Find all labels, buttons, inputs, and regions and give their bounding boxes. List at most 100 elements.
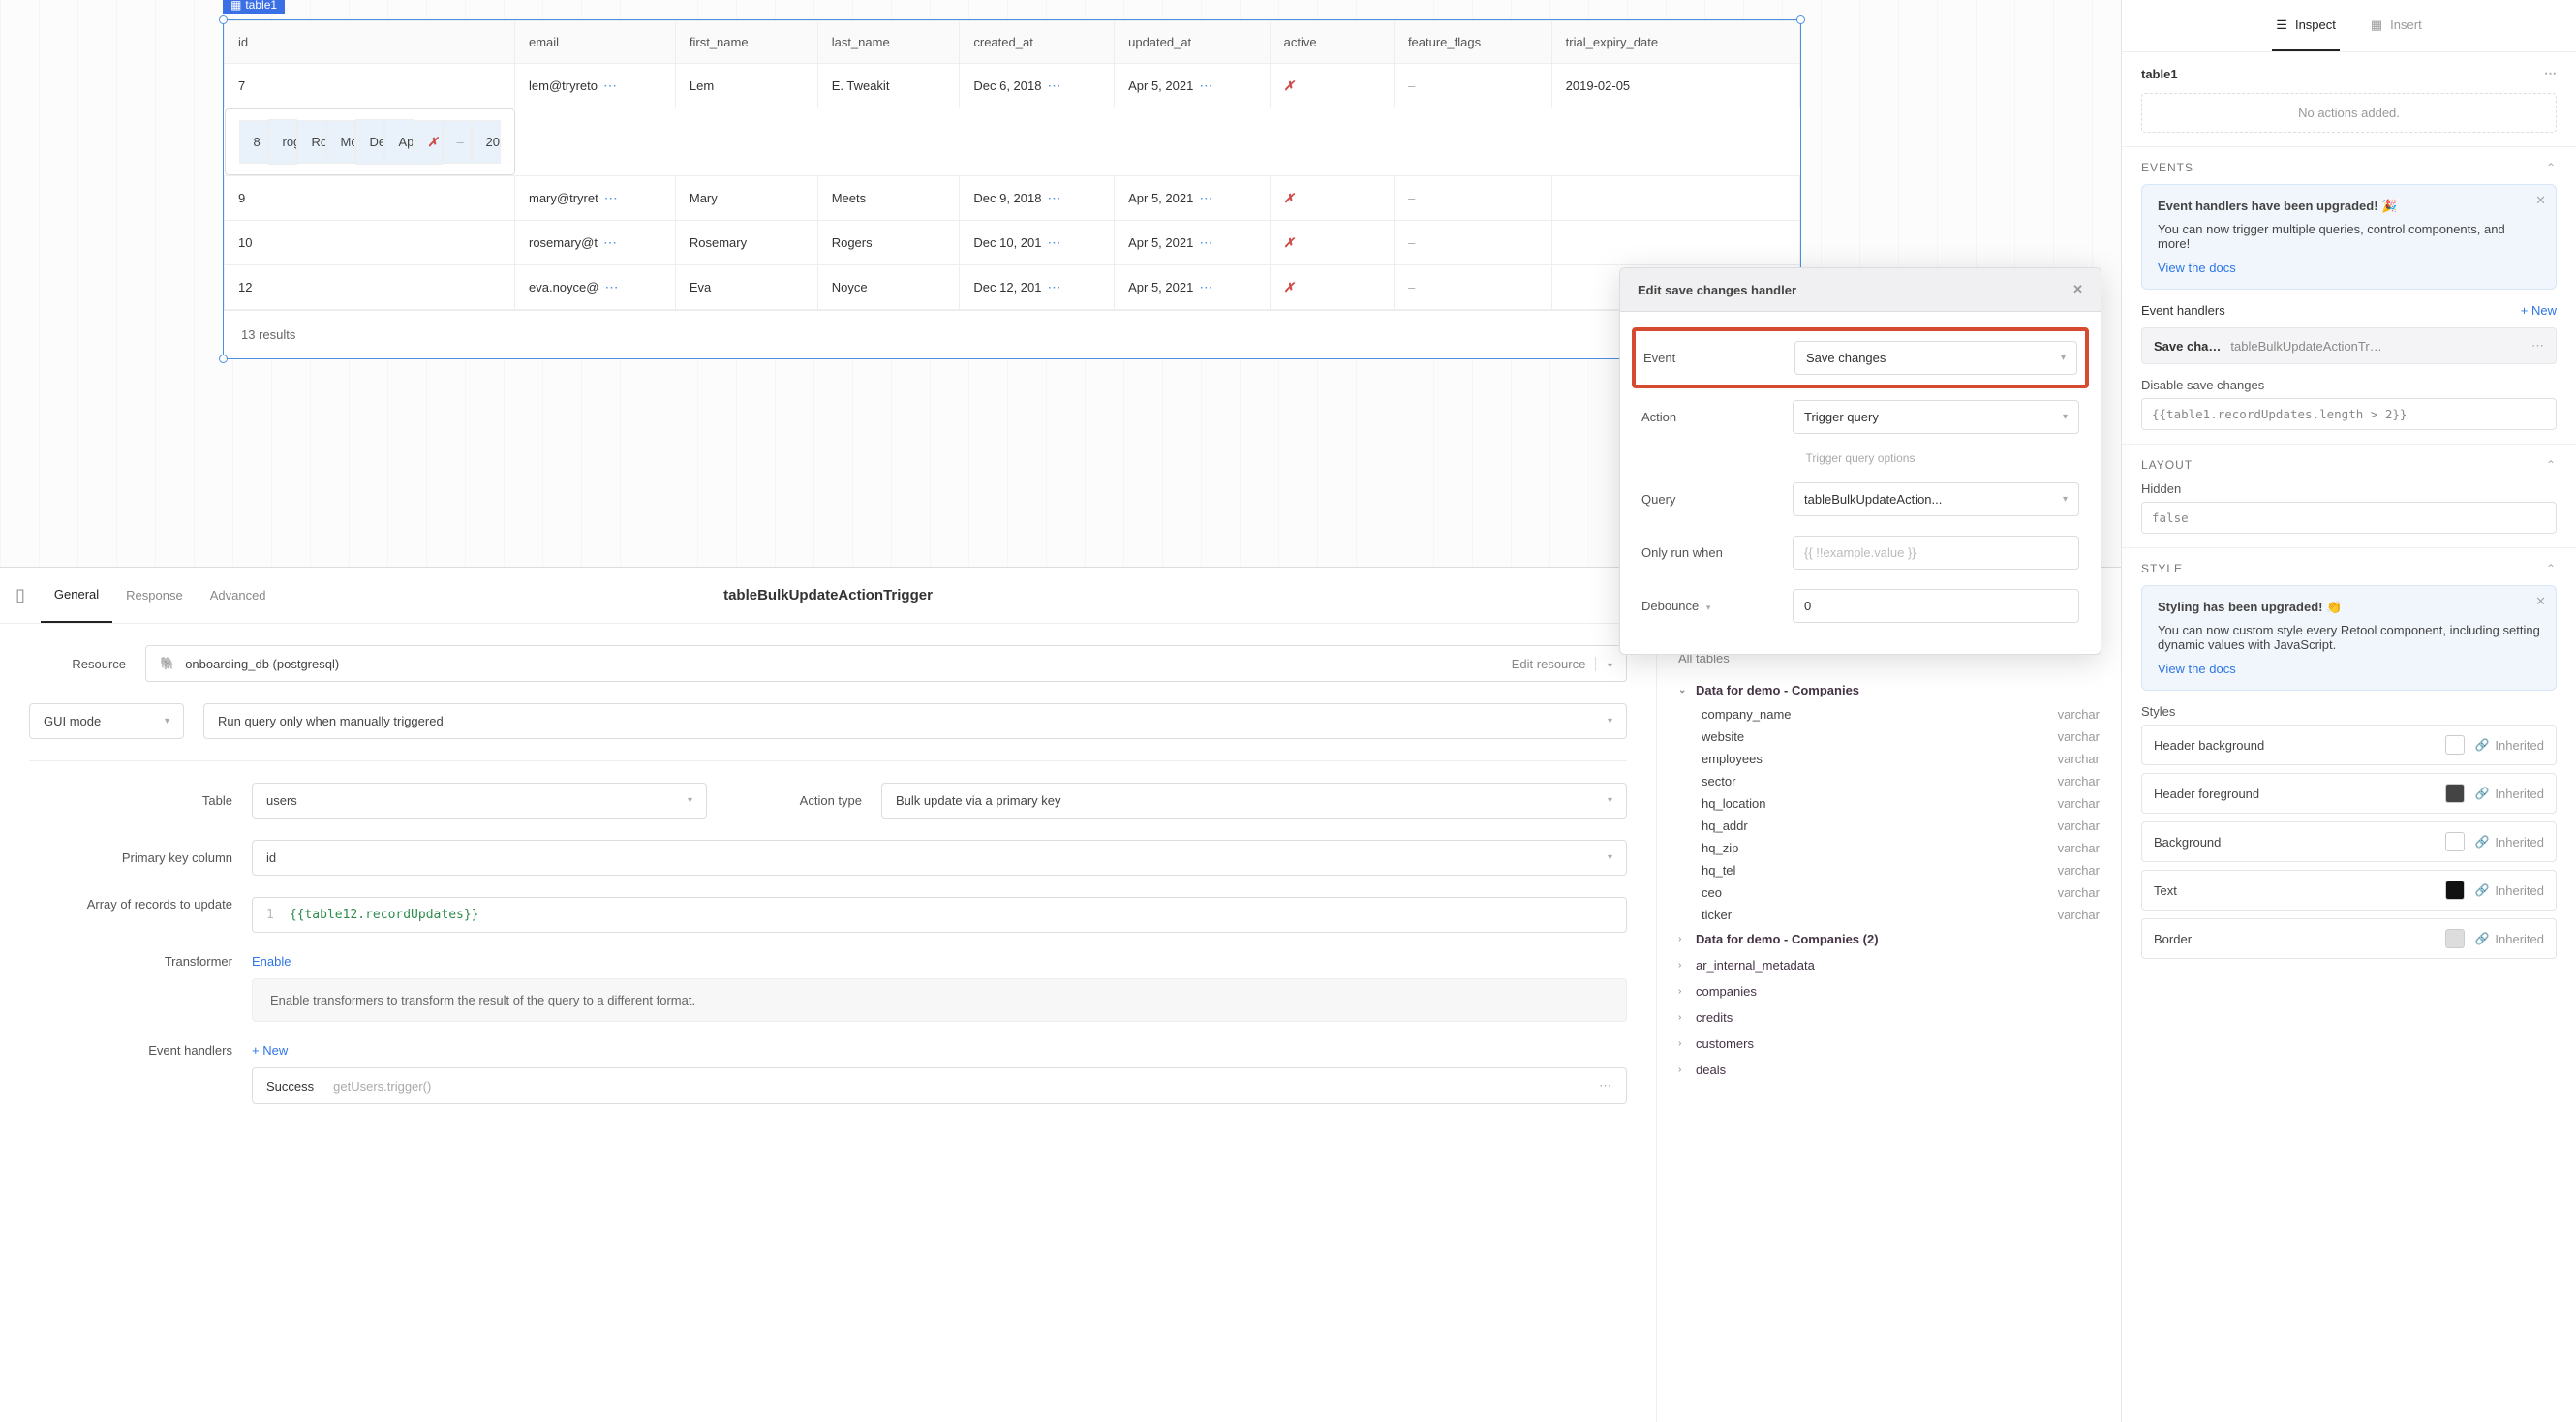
add-event-handler[interactable]: + New — [2521, 303, 2557, 318]
cell-menu-icon[interactable]: ⋯ — [604, 190, 619, 205]
table-cell[interactable]: Apr 5, 2021⋯ — [1115, 64, 1271, 108]
hidden-input[interactable]: false — [2141, 502, 2557, 534]
table-cell[interactable]: Apr 5, 2021⋯ — [384, 119, 414, 165]
col-last-name[interactable]: last_name — [817, 21, 960, 64]
table-cell[interactable]: rosemary@t⋯ — [515, 221, 676, 265]
col-created-at[interactable]: created_at — [960, 21, 1115, 64]
table-cell[interactable]: Mary — [675, 176, 817, 221]
style-input[interactable]: Header foreground🔗Inherited — [2141, 773, 2557, 814]
table-cell[interactable]: lem@tryreto⋯ — [515, 64, 676, 108]
table-cell[interactable]: Roger — [297, 120, 326, 164]
table-cell[interactable]: Noyce — [817, 265, 960, 310]
collapse-icon[interactable]: ⌃ — [2546, 562, 2557, 575]
col-updated-at[interactable]: updated_at — [1115, 21, 1271, 64]
table-cell[interactable]: ✗ — [1270, 265, 1394, 310]
table-cell[interactable]: Meets — [817, 176, 960, 221]
col-feature-flags[interactable]: feature_flags — [1394, 21, 1551, 64]
query-select[interactable]: tableBulkUpdateAction... ▾ — [1793, 482, 2079, 516]
schema-table[interactable]: ›deals — [1678, 1057, 2100, 1083]
schema-table[interactable]: ›ar_internal_metadata — [1678, 952, 2100, 978]
table-cell[interactable]: – — [1394, 64, 1551, 108]
event-handler-save-changes[interactable]: Save cha… tableBulkUpdateActionTr… ⋯ — [2141, 327, 2557, 364]
col-active[interactable]: active — [1270, 21, 1394, 64]
add-event-handler-link[interactable]: + New — [252, 1043, 288, 1058]
action-select[interactable]: Trigger query ▾ — [1793, 400, 2079, 434]
schema-table[interactable]: ›companies — [1678, 978, 2100, 1005]
companies-group[interactable]: ⌄ Data for demo - Companies — [1678, 677, 2100, 703]
table-cell[interactable]: Apr 5, 2021⋯ — [1115, 265, 1271, 310]
table-cell[interactable]: Apr 5, 2021⋯ — [1115, 221, 1271, 265]
resize-handle-nw[interactable] — [219, 15, 228, 24]
table-cell[interactable]: Lem — [675, 64, 817, 108]
schema-field[interactable]: company_namevarchar — [1678, 703, 2100, 726]
table-cell[interactable]: 2019-02-05 — [1551, 64, 1799, 108]
schema-field[interactable]: hq_telvarchar — [1678, 859, 2100, 881]
cell-menu-icon[interactable]: ⋯ — [1199, 279, 1213, 294]
table-cell[interactable]: eva.noyce@⋯ — [515, 265, 676, 310]
table-cell[interactable]: Rogers — [817, 221, 960, 265]
cell-menu-icon[interactable]: ⋯ — [603, 234, 618, 250]
run-trigger-select[interactable]: Run query only when manually triggered ▾ — [203, 703, 1627, 739]
schema-field[interactable]: hq_locationvarchar — [1678, 792, 2100, 815]
resource-select[interactable]: 🐘 onboarding_db (postgresql) Edit resour… — [145, 645, 1627, 682]
more-icon[interactable]: ⋯ — [2531, 338, 2544, 354]
table-cell[interactable]: 2019-03-20 — [472, 120, 501, 164]
col-first-name[interactable]: first_name — [675, 21, 817, 64]
table-component[interactable]: ▦ table1 id email first_name last_name c… — [223, 19, 1801, 359]
event-select[interactable]: Save changes ▾ — [1794, 341, 2077, 375]
table-cell[interactable]: – — [1394, 265, 1551, 310]
table-cell[interactable]: 8 — [239, 120, 268, 164]
cell-menu-icon[interactable]: ⋯ — [1047, 77, 1061, 93]
table-cell[interactable]: ✗ — [1270, 221, 1394, 265]
table-cell[interactable]: ✗ — [414, 120, 443, 165]
close-icon[interactable]: ✕ — [2072, 282, 2083, 297]
schema-field[interactable]: hq_addrvarchar — [1678, 815, 2100, 837]
schema-field[interactable]: tickervarchar — [1678, 904, 2100, 926]
cell-menu-icon[interactable]: ⋯ — [1199, 77, 1213, 93]
schema-field[interactable]: websitevarchar — [1678, 726, 2100, 748]
schema-field[interactable]: employeesvarchar — [1678, 748, 2100, 770]
col-trial-expiry[interactable]: trial_expiry_date — [1551, 21, 1799, 64]
schema-table[interactable]: ›credits — [1678, 1005, 2100, 1031]
table-cell[interactable] — [1551, 176, 1799, 221]
schema-table[interactable]: ›Data for demo - Companies (2) — [1678, 926, 2100, 952]
table-cell[interactable]: roger@tryret⋯ — [268, 119, 297, 165]
tab-inspect[interactable]: ☰ Inspect — [2272, 0, 2340, 51]
cell-menu-icon[interactable]: ⋯ — [1199, 190, 1213, 205]
table-cell[interactable]: Dec 10, 201⋯ — [960, 221, 1115, 265]
table-cell[interactable]: Moore — [326, 120, 355, 164]
cell-menu-icon[interactable]: ⋯ — [1047, 234, 1061, 250]
table-cell[interactable]: 10 — [225, 221, 515, 265]
table-row[interactable]: 10rosemary@t⋯RosemaryRogersDec 10, 201⋯A… — [225, 221, 1800, 265]
component-more-icon[interactable]: ⋯ — [2544, 66, 2557, 81]
view-docs-link[interactable]: View the docs — [2158, 261, 2540, 275]
tab-insert[interactable]: ▦ Insert — [2367, 0, 2426, 51]
schema-table[interactable]: ›customers — [1678, 1031, 2100, 1057]
col-email[interactable]: email — [515, 21, 676, 64]
debounce-input[interactable]: 0 — [1793, 589, 2079, 623]
more-icon[interactable]: ⋯ — [1599, 1078, 1612, 1094]
tab-response[interactable]: Response — [112, 568, 197, 623]
table-cell[interactable]: Dec 9, 2018⋯ — [960, 176, 1115, 221]
tab-advanced[interactable]: Advanced — [197, 568, 280, 623]
table-cell[interactable]: E. Tweakit — [817, 64, 960, 108]
table-cell[interactable]: Dec 6, 2018⋯ — [960, 64, 1115, 108]
collapse-icon[interactable]: ⌃ — [2546, 161, 2557, 174]
transformer-enable-link[interactable]: Enable — [252, 954, 291, 969]
component-name-tag[interactable]: ▦ table1 — [223, 0, 285, 14]
table-cell[interactable] — [1551, 221, 1799, 265]
table-cell[interactable]: ✗ — [1270, 176, 1394, 221]
table-row[interactable]: 9mary@tryret⋯MaryMeetsDec 9, 2018⋯Apr 5,… — [225, 176, 1800, 221]
table-row[interactable]: 12eva.noyce@⋯EvaNoyceDec 12, 201⋯Apr 5, … — [225, 265, 1800, 310]
style-input[interactable]: Header background🔗Inherited — [2141, 725, 2557, 765]
cell-menu-icon[interactable]: ⋯ — [1047, 190, 1061, 205]
table-cell[interactable]: – — [1394, 176, 1551, 221]
close-icon[interactable]: ✕ — [2535, 193, 2546, 208]
resize-handle-sw[interactable] — [219, 355, 228, 363]
table-cell[interactable]: Eva — [675, 265, 817, 310]
table-cell[interactable]: Rosemary — [675, 221, 817, 265]
disable-save-input[interactable]: {{table1.recordUpdates.length > 2}} — [2141, 398, 2557, 430]
table-cell[interactable]: – — [443, 120, 472, 164]
edit-resource-button[interactable]: Edit resource — [1512, 657, 1597, 671]
tab-general[interactable]: General — [41, 568, 112, 623]
